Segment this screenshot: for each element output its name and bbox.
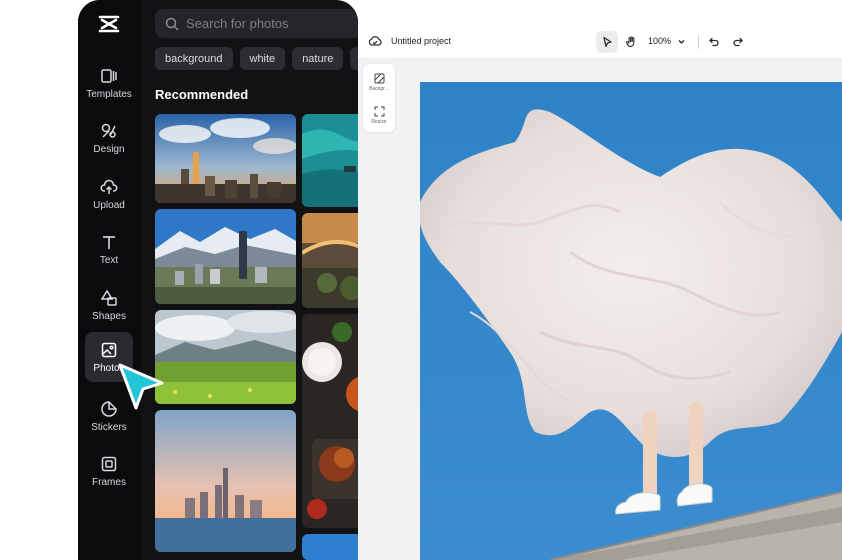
canvas-photo-woman-in-white-fabric[interactable] xyxy=(420,82,842,560)
sidebar-item-frames[interactable]: Frames xyxy=(85,447,133,495)
search-icon xyxy=(165,17,179,31)
search-input[interactable] xyxy=(186,16,356,31)
zoom-dropdown[interactable]: 100% xyxy=(648,36,686,46)
sidebar-item-label: Design xyxy=(93,143,125,155)
zoom-level: 100% xyxy=(648,36,672,46)
undo-button[interactable] xyxy=(703,31,725,53)
photo-thumbnail-skyline-water[interactable] xyxy=(155,410,296,552)
text-icon xyxy=(103,235,115,249)
chip-more[interactable] xyxy=(350,47,358,70)
resize-tool-button[interactable]: Resize xyxy=(363,99,395,131)
upload-cloud-icon xyxy=(100,179,118,194)
sidebar-item-text[interactable]: Text xyxy=(85,225,133,273)
resize-tool-label: Resize xyxy=(371,118,387,125)
resize-icon xyxy=(374,106,384,116)
cloud-icon xyxy=(368,36,382,46)
sidebar-item-design[interactable]: Design xyxy=(85,114,133,162)
sidebar-item-label: Upload xyxy=(93,199,125,211)
undo-icon xyxy=(709,37,719,47)
cursor-pointer-icon xyxy=(116,361,166,413)
sidebar-item-label: Shapes xyxy=(92,310,126,322)
filter-chips: background white nature xyxy=(155,47,358,70)
project-info[interactable]: Untitled project xyxy=(368,34,451,48)
photo-thumbnail-mountain-city[interactable] xyxy=(155,209,296,304)
photo-thumbnail-city-sunset[interactable] xyxy=(155,114,296,203)
photo-thumbnail-sky[interactable] xyxy=(302,534,358,560)
shapes-icon xyxy=(100,289,117,306)
photo-icon xyxy=(101,342,117,357)
search-bar[interactable] xyxy=(155,9,358,38)
sidebar-item-label: Frames xyxy=(92,476,126,488)
hand-icon xyxy=(626,36,635,48)
project-title[interactable]: Untitled project xyxy=(391,36,451,46)
redo-icon xyxy=(733,37,743,47)
select-arrow-icon xyxy=(603,36,612,48)
photos-drawer: background white nature Recommended xyxy=(141,0,358,560)
background-tool-button[interactable]: Backgr... xyxy=(363,66,395,98)
sidebar-item-label: Text xyxy=(99,254,119,266)
sidebar-item-upload[interactable]: Upload xyxy=(85,170,133,218)
sidebar-item-templates[interactable]: Templates xyxy=(85,59,133,107)
photo-thumbnail-meadow[interactable] xyxy=(155,310,296,404)
chevron-down-icon xyxy=(678,39,685,44)
canvas-side-tools: Backgr... Resize xyxy=(363,64,395,132)
sidebar-item-label: Stickers xyxy=(91,421,127,433)
editor-topbar: Untitled project 100% xyxy=(358,28,842,56)
capcut-logo-icon[interactable] xyxy=(97,12,121,36)
photo-thumbnail-bridge[interactable] xyxy=(302,213,358,308)
redo-button[interactable] xyxy=(727,31,749,53)
photo-thumbnail-food[interactable] xyxy=(302,314,358,528)
design-icon xyxy=(101,123,116,138)
section-title: Recommended xyxy=(155,87,249,102)
select-tool-button[interactable] xyxy=(596,31,618,53)
sidebar-rail: Templates Design Upload Text Shapes Phot… xyxy=(78,0,141,560)
sidebar-item-label: Templates xyxy=(86,88,132,100)
sidebar-item-shapes[interactable]: Shapes xyxy=(85,281,133,329)
frame-icon xyxy=(101,456,117,471)
chip-background[interactable]: background xyxy=(155,47,233,70)
background-tool-label: Backgr... xyxy=(369,85,389,92)
chip-white[interactable]: white xyxy=(239,47,286,70)
photo-thumbnail-ocean[interactable] xyxy=(302,114,358,207)
app-panel: Templates Design Upload Text Shapes Phot… xyxy=(78,0,358,560)
hand-tool-button[interactable] xyxy=(620,31,642,53)
toolbar-divider xyxy=(698,35,699,49)
chip-nature[interactable]: nature xyxy=(292,47,344,70)
templates-icon xyxy=(101,68,117,83)
background-icon xyxy=(374,73,384,83)
